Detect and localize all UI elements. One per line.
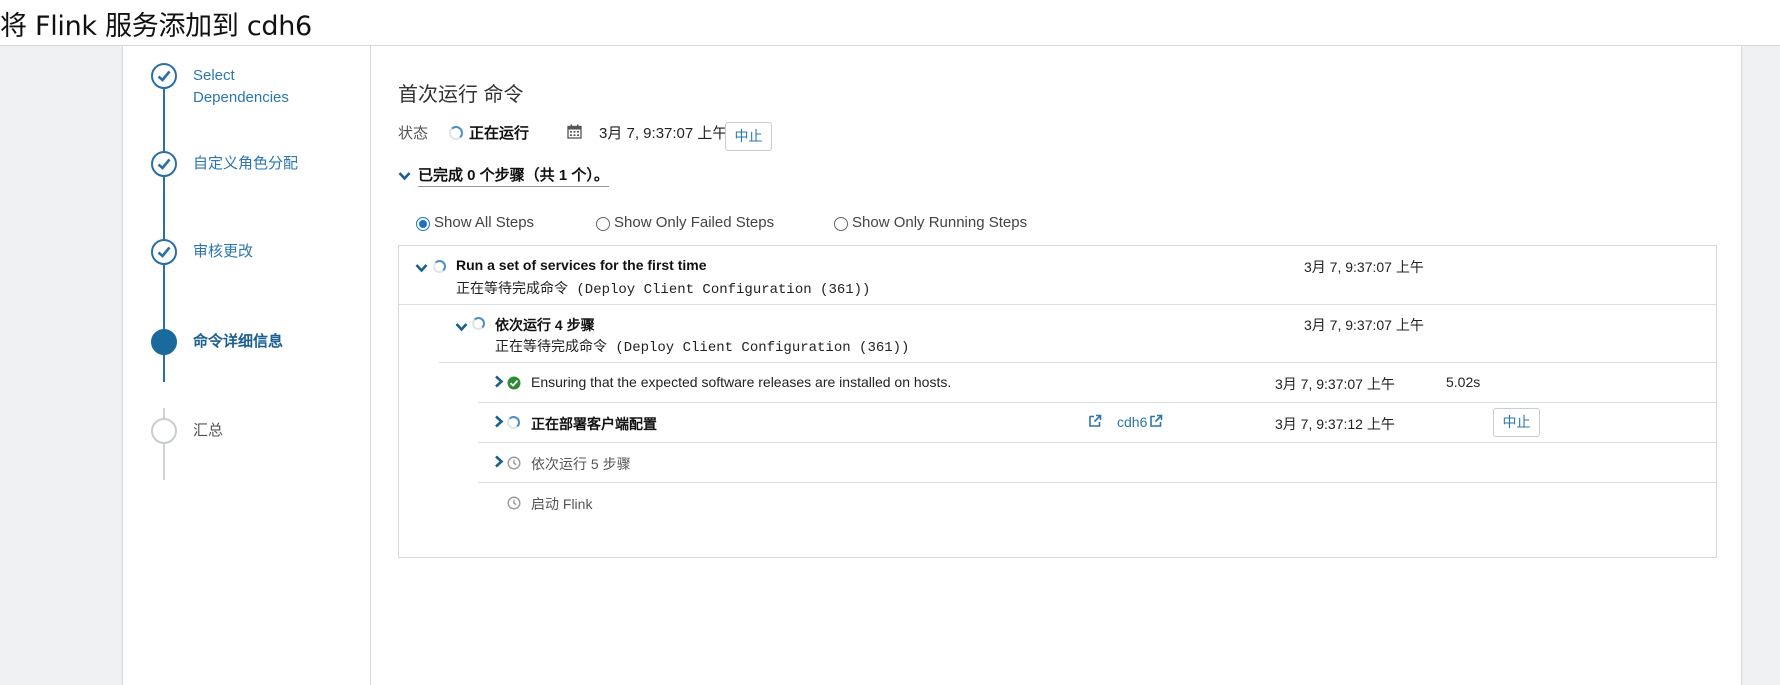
radio-selected-icon <box>416 217 430 231</box>
chevron-down-icon <box>398 168 411 186</box>
step-row-item: Ensuring that the expected software rele… <box>399 363 1716 402</box>
step-text: 依次运行 5 步骤 <box>531 456 631 472</box>
external-link-icon[interactable] <box>1088 414 1102 433</box>
external-link-icon[interactable] <box>1149 414 1163 433</box>
step-subtitle: 正在等待完成命令 (Deploy Client Configuration (3… <box>495 340 910 356</box>
steps-table: Run a set of services for the first time… <box>398 245 1717 558</box>
step-title: Run a set of services for the first time <box>456 257 707 273</box>
chevron-right-icon[interactable] <box>494 455 504 473</box>
wizard-step-label: Select Dependencies <box>193 67 289 106</box>
page-title: 将 Flink 服务添加到 cdh6 <box>0 11 312 42</box>
radio-icon <box>596 217 610 231</box>
clock-icon <box>507 496 521 515</box>
step-subtitle: 正在等待完成命令 (Deploy Client Configuration (3… <box>456 282 871 298</box>
command-details: 首次运行 命令 状态 正在运行 3月 7, 9:37:07 上午 中止 已完成 … <box>371 46 1743 685</box>
step-time: 3月 7, 9:37:07 上午 <box>1304 259 1424 275</box>
step-title: 依次运行 4 步骤 <box>495 317 595 333</box>
pending-step-icon <box>151 418 177 444</box>
step-duration: 5.02s <box>1446 374 1481 390</box>
step-abort-button[interactable]: 中止 <box>1493 408 1540 437</box>
spinner-icon <box>472 317 485 330</box>
wizard-sidebar: Select Dependencies 自定义角色分配 审核更改 命令详细信息 … <box>123 46 371 685</box>
clock-icon <box>507 456 521 475</box>
radio-icon <box>834 217 848 231</box>
host-link[interactable]: cdh6 <box>1117 414 1147 430</box>
step-time: 3月 7, 9:37:12 上午 <box>1275 416 1395 432</box>
page-header: 将 Flink 服务添加到 cdh6 <box>0 0 1780 46</box>
abort-button[interactable]: 中止 <box>725 122 772 151</box>
success-check-icon <box>507 376 521 395</box>
spinner-icon <box>449 126 463 140</box>
command-title: 首次运行 命令 <box>398 84 524 106</box>
chevron-right-icon[interactable] <box>494 375 504 393</box>
status-label: 状态 <box>398 125 429 142</box>
status-value: 正在运行 <box>469 125 530 142</box>
step-row-item: 正在部署客户端配置 cdh6 3月 7, 9:37:12 上午 中止 <box>399 403 1716 442</box>
chevron-right-icon[interactable] <box>494 415 504 433</box>
wizard-panel: Select Dependencies 自定义角色分配 审核更改 命令详细信息 … <box>122 46 1742 685</box>
step-text: 正在部署客户端配置 <box>531 416 657 432</box>
chevron-down-icon[interactable] <box>455 319 468 337</box>
current-step-icon <box>151 329 177 355</box>
spinner-icon <box>433 260 446 273</box>
spinner-icon <box>507 416 520 429</box>
step-row-parent: Run a set of services for the first time… <box>399 246 1716 304</box>
step-time: 3月 7, 9:37:07 上午 <box>1304 317 1424 333</box>
step-row-item: 依次运行 5 步骤 <box>399 443 1716 482</box>
status-timestamp: 3月 7, 9:37:07 上午 <box>599 125 728 142</box>
check-icon <box>151 151 177 177</box>
wizard-step-label: 自定义角色分配 <box>193 155 299 172</box>
step-filter: Show All Steps Show Only Failed Steps Sh… <box>416 214 1216 236</box>
command-status-row: 状态 正在运行 3月 7, 9:37:07 上午 <box>398 122 898 152</box>
step-row-item: 启动 Flink <box>399 483 1716 522</box>
step-row-child: 依次运行 4 步骤 正在等待完成命令 (Deploy Client Config… <box>399 305 1716 362</box>
step-time: 3月 7, 9:37:07 上午 <box>1275 376 1395 392</box>
step-text: Ensuring that the expected software rele… <box>531 374 952 390</box>
calendar-icon <box>567 124 582 143</box>
wizard-step-label: 审核更改 <box>193 243 254 260</box>
wizard-step-label: 命令详细信息 <box>193 333 284 350</box>
progress-summary: 已完成 0 个步骤（共 1 个）。 <box>418 164 609 187</box>
check-icon <box>151 63 177 89</box>
step-text: 启动 Flink <box>531 496 593 512</box>
check-icon <box>151 239 177 265</box>
chevron-down-icon[interactable] <box>415 260 428 278</box>
wizard-step-label: 汇总 <box>193 422 224 439</box>
